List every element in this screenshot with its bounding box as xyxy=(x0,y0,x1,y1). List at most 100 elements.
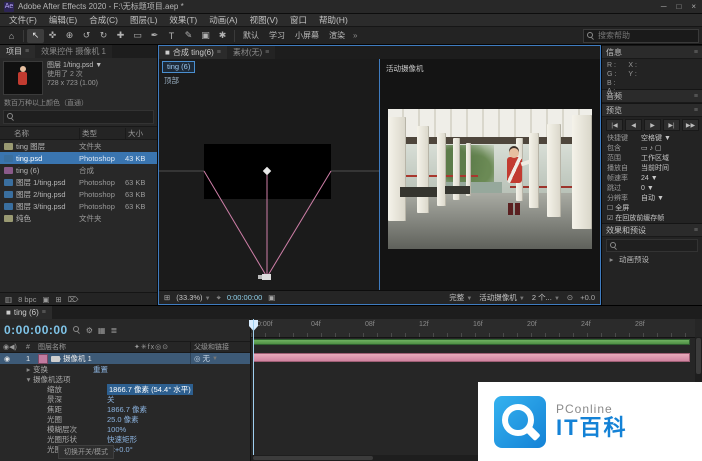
menu-item[interactable]: 编辑(E) xyxy=(43,14,83,26)
camera-layer-duration-bar[interactable] xyxy=(253,353,690,362)
effects-presets-panel-header[interactable]: 效果和预设 ≡ xyxy=(602,223,702,237)
minimize-button[interactable]: ─ xyxy=(661,2,667,11)
delete-icon[interactable]: ⌦ xyxy=(68,295,79,304)
text-tool-icon[interactable]: T xyxy=(163,29,180,43)
work-area-bar[interactable] xyxy=(253,339,690,345)
maximize-button[interactable]: □ xyxy=(676,2,681,11)
next-frame-button[interactable]: ▶| xyxy=(663,119,680,131)
resolution-dropdown[interactable]: 完整 ▼ xyxy=(449,292,472,303)
shape-tool-icon[interactable]: ▭ xyxy=(129,29,146,43)
brush-tool-icon[interactable]: ✎ xyxy=(180,29,197,43)
menu-item[interactable]: 视图(V) xyxy=(244,14,284,26)
audio-panel-header[interactable]: 音频 ≡ xyxy=(602,89,702,103)
project-bit-depth[interactable]: 8 bpc xyxy=(18,295,36,304)
pan-behind-tool-icon[interactable]: ✚ xyxy=(112,29,129,43)
home-tool-icon[interactable]: ⌂ xyxy=(3,29,20,43)
panel-menu-icon[interactable]: ≡ xyxy=(217,49,221,56)
exposure-icon[interactable]: ⊙ xyxy=(567,293,573,302)
workspace-tab-small-screen[interactable]: 小屏幕 xyxy=(290,30,324,41)
zoom-tool-icon[interactable]: ⊕ xyxy=(61,29,78,43)
view-layout-dropdown[interactable]: 2 个... ▼ xyxy=(532,292,560,303)
property-row-aperture[interactable]: 光圈 25.0 像素 xyxy=(0,414,250,424)
pickwhip-icon[interactable]: ◎ xyxy=(194,354,201,363)
time-ruler[interactable]: 0:00f 04f 08f 12f 16f 20f 24f 28f xyxy=(251,319,695,338)
panel-menu-icon[interactable]: ≡ xyxy=(25,48,29,55)
tab-footage[interactable]: 素材(无) ≡ xyxy=(227,46,275,59)
project-row[interactable]: ting (6) 合成 xyxy=(0,164,157,176)
panel-menu-icon[interactable]: ≡ xyxy=(694,49,698,56)
menu-item[interactable]: 效果(T) xyxy=(163,14,203,26)
clone-stamp-tool-icon[interactable]: ▣ xyxy=(197,29,214,43)
search-help-field[interactable]: 搜索帮助 xyxy=(583,29,699,43)
animation-presets-item[interactable]: ▸ 动画预设 xyxy=(602,254,702,265)
viewer-top-view[interactable]: ting (6) 顶部 xyxy=(159,59,379,290)
panel-menu-icon[interactable]: ≡ xyxy=(694,227,698,234)
project-row-selected[interactable]: ting.psd Photoshop 43 KB xyxy=(0,152,157,164)
preview-option-row[interactable]: 范围 工作区域 xyxy=(602,153,702,163)
last-frame-button[interactable]: ▶▶ xyxy=(682,119,699,131)
rotation-tool-icon[interactable]: ↻ xyxy=(95,29,112,43)
panel-menu-icon[interactable]: ≡ xyxy=(265,49,269,56)
snapshot-icon[interactable]: ▣ xyxy=(268,293,275,302)
new-folder-icon[interactable]: ▣ xyxy=(42,295,49,304)
tab-effect-controls[interactable]: 效果控件 摄像机 1 xyxy=(35,45,112,58)
project-column-headers[interactable]: 名称 类型 大小 xyxy=(0,126,157,140)
property-row-focus-distance[interactable]: 焦距 1866.7 像素 xyxy=(0,404,250,414)
preview-option-row[interactable]: 快捷键 空格键 ▼ xyxy=(602,133,702,143)
project-search-field[interactable] xyxy=(3,110,154,124)
label-color-chip[interactable] xyxy=(38,354,48,364)
magnification-dropdown[interactable]: (33.3%) ▼ xyxy=(176,293,210,302)
preview-panel-header[interactable]: 预览 ≡ xyxy=(602,103,702,117)
exposure-value[interactable]: +0.0 xyxy=(580,293,595,302)
timeline-search-icon[interactable] xyxy=(73,326,81,334)
project-row[interactable]: 图层 2/ting.psd Photoshop 63 KB xyxy=(0,188,157,200)
tab-project[interactable]: 项目 ≡ xyxy=(0,45,35,58)
effects-search-field[interactable] xyxy=(606,239,698,252)
fullscreen-checkbox-row[interactable]: ☐ 全屏 xyxy=(602,203,702,213)
workspace-overflow-button[interactable]: » xyxy=(350,31,360,40)
previous-frame-button[interactable]: ◀ xyxy=(625,119,642,131)
project-row[interactable]: 图层 3/ting.psd Photoshop 63 KB xyxy=(0,200,157,212)
timeline-column-headers[interactable]: ◉◀) # 图层名称 ✦✳fx◎⊙ 父级和链接 xyxy=(0,341,250,353)
preview-option-row[interactable]: 播放自 当前时间 xyxy=(602,163,702,173)
draft-3d-icon[interactable]: ▦ xyxy=(98,326,106,335)
panel-menu-icon[interactable]: ≡ xyxy=(42,309,46,316)
twirl-icon[interactable]: ▸ xyxy=(24,365,33,374)
puppet-tool-icon[interactable]: ✱ xyxy=(214,29,231,43)
region-of-interest-icon[interactable]: ⌖ xyxy=(217,293,221,303)
current-timecode[interactable]: 0:00:00:00 xyxy=(4,323,68,337)
workspace-tab-learn[interactable]: 学习 xyxy=(264,30,290,41)
menu-item[interactable]: 图层(L) xyxy=(124,14,163,26)
twirl-icon[interactable]: ▾ xyxy=(24,375,33,384)
menu-item[interactable]: 帮助(H) xyxy=(313,14,354,26)
preview-timecode[interactable]: 0:00:00:00 xyxy=(227,293,262,302)
preview-option-row[interactable]: 包含 ▭ ♪ ▢ xyxy=(602,143,702,153)
twirl-icon[interactable]: ▸ xyxy=(607,255,616,264)
hand-tool-icon[interactable]: ✜ xyxy=(44,29,61,43)
tab-timeline-comp[interactable]: ■ ting (6) ≡ xyxy=(0,306,52,319)
tab-composition[interactable]: ■ 合成 ting(6) ≡ xyxy=(159,46,227,59)
menu-item[interactable]: 窗口 xyxy=(284,14,313,26)
close-button[interactable]: × xyxy=(691,2,696,11)
viewer-active-camera-view[interactable]: 活动摄像机 xyxy=(379,59,600,290)
play-button[interactable]: ▶ xyxy=(644,119,661,131)
preview-option-row[interactable]: 帧速率 24 ▼ xyxy=(602,173,702,183)
menu-item[interactable]: 动画(A) xyxy=(203,14,243,26)
workspace-tab-render[interactable]: 渲染 xyxy=(324,30,350,41)
property-group-row[interactable]: ▾ 摄像机选项 xyxy=(0,374,250,384)
current-time-indicator-line[interactable] xyxy=(253,319,254,455)
property-row-iris-rotation[interactable]: 光圈旋转 0x+0.0° xyxy=(0,444,250,454)
property-row-depth-of-field[interactable]: 景深 关 xyxy=(0,394,250,404)
project-row[interactable]: 纯色 文件夹 xyxy=(0,212,157,224)
layer-row-camera[interactable]: ◉ 1 摄像机 1 ◎ 无 ▼ xyxy=(0,353,250,364)
orbit-camera-tool-icon[interactable]: ↺ xyxy=(78,29,95,43)
project-row[interactable]: ting 图层 文件夹 xyxy=(0,140,157,152)
cartoon-character-layer[interactable] xyxy=(502,148,526,215)
property-row-blur-level[interactable]: 模糊层次 100% xyxy=(0,424,250,434)
interpret-footage-icon[interactable]: ▥ xyxy=(5,295,12,304)
menu-item[interactable]: 文件(F) xyxy=(3,14,43,26)
panel-menu-icon[interactable]: ≡ xyxy=(694,107,698,114)
checkbox-off-icon[interactable]: ☐ xyxy=(607,204,613,212)
preview-option-row[interactable]: 分辨率 自动 ▼ xyxy=(602,193,702,203)
active-camera-dropdown[interactable]: 活动摄像机 ▼ xyxy=(479,292,525,303)
